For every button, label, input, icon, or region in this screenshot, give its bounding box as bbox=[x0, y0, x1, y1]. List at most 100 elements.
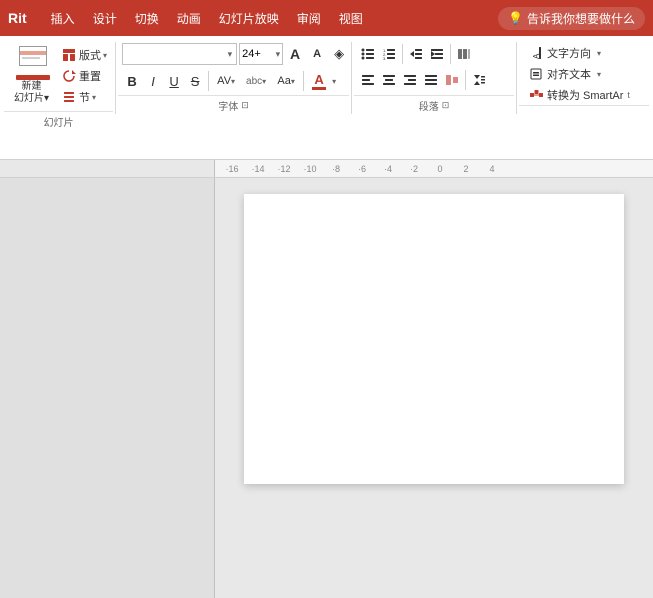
font-row-2: B I U S AV ▾ bbox=[122, 69, 349, 93]
align-vertical-button[interactable] bbox=[442, 69, 462, 91]
layout-label: 版式 bbox=[79, 47, 101, 63]
divider-3 bbox=[516, 42, 517, 114]
menu-view[interactable]: 视图 bbox=[331, 6, 371, 31]
font-color-dropdown[interactable]: ▾ bbox=[332, 77, 336, 86]
char-spacing-button[interactable]: AV ▾ bbox=[212, 70, 240, 92]
justify-icon bbox=[424, 73, 438, 87]
convert-smartart-icon bbox=[529, 88, 543, 102]
font-color-button[interactable]: A bbox=[307, 69, 331, 93]
para-row-1: 1.2.3. bbox=[358, 43, 489, 65]
bold-button[interactable]: B bbox=[122, 70, 142, 92]
bold-icon: B bbox=[127, 74, 136, 89]
paragraph-section-label: 段落 bbox=[419, 98, 439, 113]
bullet-list-icon bbox=[361, 47, 375, 61]
line-spacing-button[interactable] bbox=[469, 69, 489, 91]
font-divider-2 bbox=[303, 71, 304, 91]
numbered-list-button[interactable]: 1.2.3. bbox=[379, 43, 399, 65]
indent-dec-button[interactable] bbox=[406, 43, 426, 65]
indent-dec-icon bbox=[409, 47, 423, 61]
menu-insert[interactable]: 插入 bbox=[43, 6, 83, 31]
slide-small-buttons: 版式 ▾ 重置 节 ▾ bbox=[57, 43, 111, 107]
abc-arrow: ▾ bbox=[262, 77, 266, 86]
section-button[interactable]: 节 ▾ bbox=[57, 87, 111, 107]
font-size-down-button[interactable]: A bbox=[307, 43, 327, 65]
underline-button[interactable]: U bbox=[164, 70, 184, 92]
section-icon bbox=[61, 89, 77, 105]
font-size-case-icon: Aa bbox=[277, 75, 290, 87]
reset-button[interactable]: 重置 bbox=[57, 66, 111, 86]
align-text-button[interactable]: 对齐文本 ▾ bbox=[525, 64, 634, 84]
align-left-button[interactable] bbox=[358, 69, 378, 91]
align-right-button[interactable] bbox=[400, 69, 420, 91]
paragraph-section-expand[interactable]: ⊡ bbox=[442, 100, 450, 111]
font-size-up-button[interactable]: A bbox=[285, 43, 305, 65]
reset-label: 重置 bbox=[79, 68, 101, 84]
layout-button[interactable]: 版式 ▾ bbox=[57, 45, 111, 65]
align-text-label: 对齐文本 bbox=[547, 66, 591, 82]
font-name-select[interactable]: ▾ bbox=[122, 43, 237, 65]
font-section-label: 字体 bbox=[218, 98, 238, 113]
section-dropdown-arrow: ▾ bbox=[92, 93, 96, 102]
align-left-icon bbox=[361, 73, 375, 87]
align-center-icon bbox=[382, 73, 396, 87]
clear-format-button[interactable]: ◈ bbox=[329, 43, 349, 65]
ruler-left-blank bbox=[0, 160, 215, 177]
font-name-dropdown: ▾ bbox=[228, 49, 233, 60]
divider-1 bbox=[115, 42, 116, 114]
align-text-icon bbox=[529, 67, 543, 81]
char-spacing-arrow: ▾ bbox=[231, 77, 235, 86]
line-spacing-icon bbox=[472, 73, 486, 87]
align-text-arrow: ▾ bbox=[597, 70, 601, 79]
font-size-value: 24+ bbox=[242, 48, 261, 60]
svg-text:3.: 3. bbox=[383, 56, 386, 61]
underline-icon: U bbox=[169, 74, 178, 89]
font-size-up-icon: A bbox=[290, 46, 300, 62]
para-divider-1 bbox=[402, 44, 403, 64]
slides-section-label: 幻灯片 bbox=[4, 111, 113, 131]
convert-smartart-label: 转换为 SmartAr bbox=[547, 87, 623, 103]
font-size-select[interactable]: 24+ ▾ bbox=[239, 43, 283, 65]
tell-me-text: 告诉我你想要做什么 bbox=[527, 10, 635, 27]
smartart-section: A 文字方向 ▾ 对齐文本 ▾ 转换为 SmartAr t bbox=[519, 40, 649, 124]
new-slide-label: 新建幻灯片▾ bbox=[14, 81, 49, 105]
text-direction-button[interactable]: A 文字方向 ▾ bbox=[525, 43, 634, 63]
menu-design[interactable]: 设计 bbox=[85, 6, 125, 31]
columns-button[interactable] bbox=[454, 43, 474, 65]
layout-dropdown-arrow: ▾ bbox=[103, 51, 107, 60]
menu-review[interactable]: 审阅 bbox=[289, 6, 329, 31]
menu-transitions[interactable]: 切换 bbox=[127, 6, 167, 31]
indent-inc-button[interactable] bbox=[427, 43, 447, 65]
content-area bbox=[0, 178, 653, 598]
slide-canvas-area bbox=[215, 178, 653, 598]
menu-bar: Rit 插入 设计 切换 动画 幻灯片放映 审阅 视图 💡 告诉我你想要做什么 bbox=[0, 0, 653, 36]
reset-icon bbox=[61, 68, 77, 84]
font-section-expand[interactable]: ⊡ bbox=[241, 100, 249, 111]
ruler-right: ·16 ·14 ·12 ·10 ·8 ·6 ·4 ·2 0 2 4 bbox=[215, 160, 653, 177]
italic-button[interactable]: I bbox=[143, 70, 163, 92]
font-color-icon: A bbox=[314, 72, 323, 87]
strikethrough-button[interactable]: S bbox=[185, 70, 205, 92]
menu-items: 插入 设计 切换 动画 幻灯片放映 审阅 视图 💡 告诉我你想要做什么 bbox=[43, 6, 645, 31]
menu-slideshow[interactable]: 幻灯片放映 bbox=[211, 6, 287, 31]
slide-panel[interactable] bbox=[0, 178, 215, 598]
font-size-case-button[interactable]: Aa ▾ bbox=[272, 70, 300, 92]
clear-format-icon: ◈ bbox=[334, 46, 344, 62]
slides-section: 新建幻灯片▾ 版式 ▾ 重置 bbox=[4, 40, 113, 145]
abc-button[interactable]: abc ▾ bbox=[241, 70, 271, 92]
text-direction-icon: A bbox=[529, 46, 543, 60]
bullet-list-button[interactable] bbox=[358, 43, 378, 65]
slides-section-content: 新建幻灯片▾ 版式 ▾ 重置 bbox=[4, 40, 115, 109]
font-section: ▾ 24+ ▾ A A ◈ bbox=[118, 40, 349, 129]
align-center-button[interactable] bbox=[379, 69, 399, 91]
convert-smartart-button[interactable]: 转换为 SmartAr t bbox=[525, 85, 634, 105]
app-title: Rit bbox=[8, 10, 27, 26]
font-color-indicator bbox=[312, 87, 326, 90]
menu-animations[interactable]: 动画 bbox=[169, 6, 209, 31]
slide-canvas[interactable] bbox=[244, 194, 624, 484]
tell-me-box[interactable]: 💡 告诉我你想要做什么 bbox=[498, 7, 645, 30]
justify-button[interactable] bbox=[421, 69, 441, 91]
case-arrow: ▾ bbox=[291, 77, 295, 86]
indent-inc-icon bbox=[430, 47, 444, 61]
new-slide-button[interactable]: 新建幻灯片▾ bbox=[8, 43, 55, 109]
ruler: ·16 ·14 ·12 ·10 ·8 ·6 ·4 ·2 0 2 4 bbox=[0, 160, 653, 178]
